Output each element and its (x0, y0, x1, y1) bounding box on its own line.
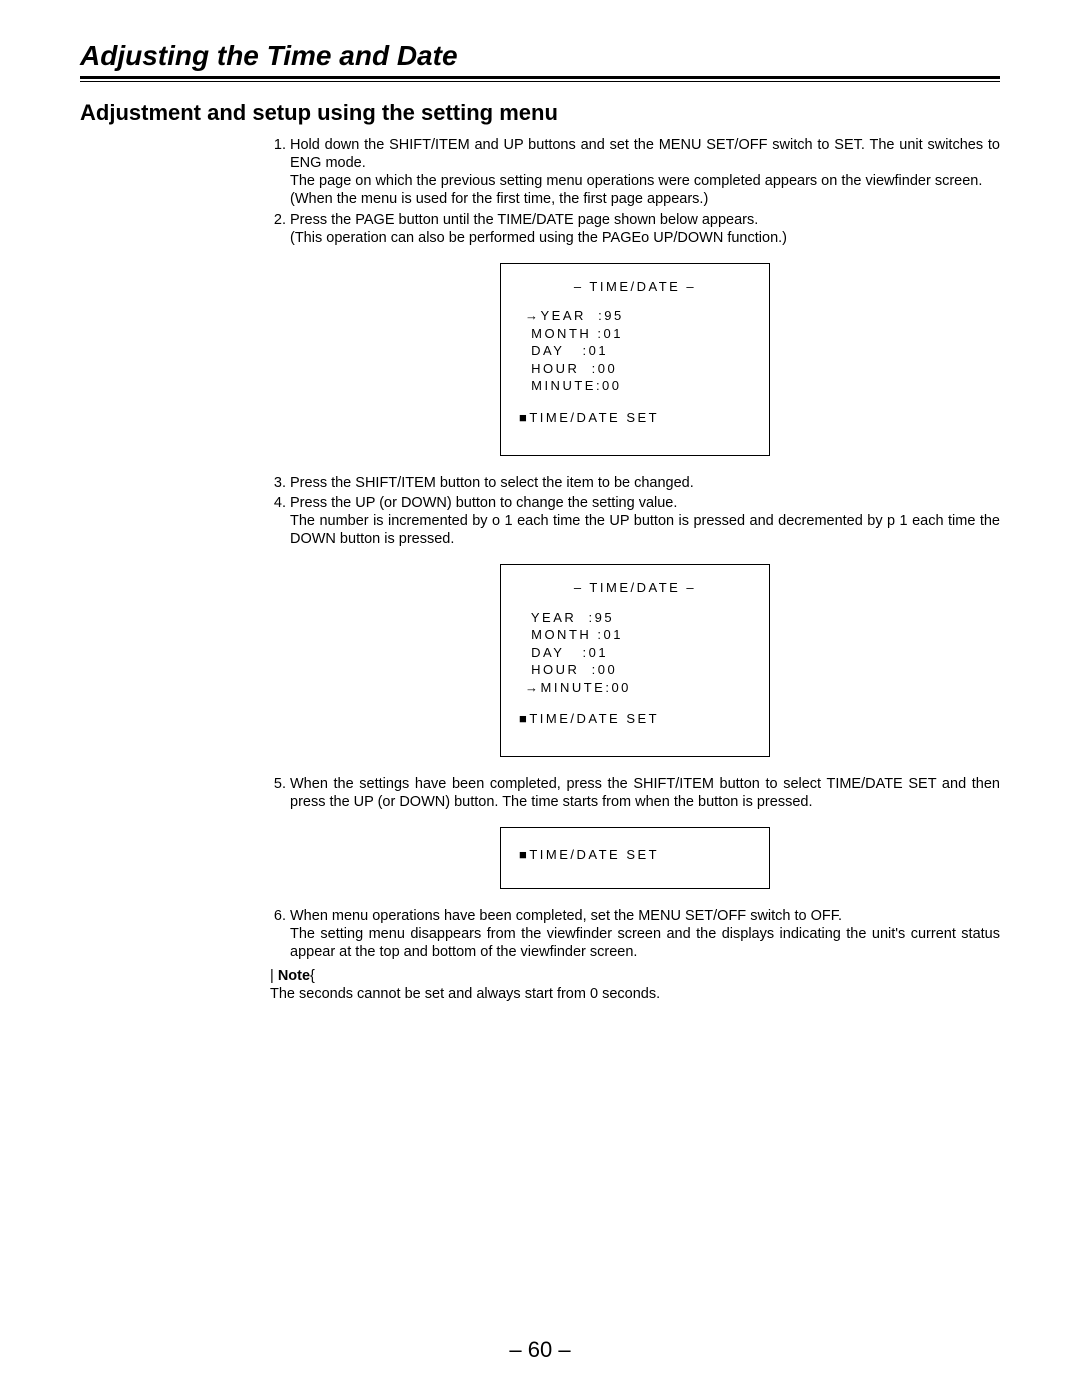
viewfinder-screen-3: ■TIME/DATE SET (500, 827, 770, 889)
screen1-hour: HOUR :00 (525, 360, 753, 378)
step-2-text: Press the PAGE button until the TIME/DAT… (290, 212, 758, 228)
page: Adjusting the Time and Date Adjustment a… (0, 0, 1080, 1399)
step-5: When the settings have been completed, p… (290, 775, 1000, 811)
step-3-text: Press the SHIFT/ITEM button to select th… (290, 475, 694, 491)
note-text: The seconds cannot be set and always sta… (270, 986, 660, 1002)
steps-list: Hold down the SHIFT/ITEM and UP buttons … (270, 136, 1000, 247)
step-4-text: Press the UP (or DOWN) button to change … (290, 495, 677, 511)
step-4-sub1: The number is incremented by o 1 each ti… (290, 512, 1000, 548)
screen2-year: YEAR :95 (525, 609, 753, 627)
step-1-sub1: The page on which the previous setting m… (290, 172, 1000, 190)
step-4: Press the UP (or DOWN) button to change … (290, 494, 1000, 548)
step-1-sub2: (When the menu is used for the first tim… (290, 190, 1000, 208)
screen1-day: DAY :01 (525, 342, 753, 360)
screen1-year: →YEAR :95 (525, 307, 753, 325)
screen2-hour: HOUR :00 (525, 661, 753, 679)
note-close: { (310, 968, 315, 984)
screen1-set: ■TIME/DATE SET (519, 409, 753, 427)
rule-thin (80, 81, 1000, 82)
steps-list-4: When menu operations have been completed… (270, 907, 1000, 961)
steps-list-2: Press the SHIFT/ITEM button to select th… (270, 474, 1000, 549)
step-6-sub1: The setting menu disappears from the vie… (290, 925, 1000, 961)
step-6-text: When menu operations have been completed… (290, 908, 842, 924)
viewfinder-screen-2: – TIME/DATE – YEAR :95 MONTH :01 DAY :01… (500, 564, 770, 757)
step-3: Press the SHIFT/ITEM button to select th… (290, 474, 1000, 492)
step-2: Press the PAGE button until the TIME/DAT… (290, 211, 1000, 247)
viewfinder-screen-1: – TIME/DATE – →YEAR :95 MONTH :01 DAY :0… (500, 263, 770, 456)
note-open: | (270, 968, 274, 984)
note-label: Note (278, 968, 310, 984)
step-1-text: Hold down the SHIFT/ITEM and UP buttons … (290, 137, 1000, 171)
steps-list-3: When the settings have been completed, p… (270, 775, 1000, 811)
note-block: | Note{ The seconds cannot be set and al… (270, 967, 1000, 1003)
screen2-month: MONTH :01 (525, 626, 753, 644)
section-title: Adjustment and setup using the setting m… (80, 100, 1000, 126)
rule-thick (80, 76, 1000, 79)
screen2-minute: →MINUTE:00 (525, 679, 753, 697)
screen3-set: ■TIME/DATE SET (519, 846, 753, 864)
step-5-text: When the settings have been completed, p… (290, 776, 1000, 810)
screen2-set: ■TIME/DATE SET (519, 710, 753, 728)
screen1-month: MONTH :01 (525, 325, 753, 343)
step-6: When menu operations have been completed… (290, 907, 1000, 961)
chapter-title: Adjusting the Time and Date (80, 40, 1000, 72)
step-2-sub1: (This operation can also be performed us… (290, 229, 1000, 247)
screen1-minute: MINUTE:00 (525, 377, 753, 395)
content-block: Hold down the SHIFT/ITEM and UP buttons … (270, 136, 1000, 1003)
screen2-day: DAY :01 (525, 644, 753, 662)
step-1: Hold down the SHIFT/ITEM and UP buttons … (290, 136, 1000, 209)
screen1-title: – TIME/DATE – (517, 278, 753, 296)
page-number: – 60 – (0, 1337, 1080, 1363)
screen2-title: – TIME/DATE – (517, 579, 753, 597)
